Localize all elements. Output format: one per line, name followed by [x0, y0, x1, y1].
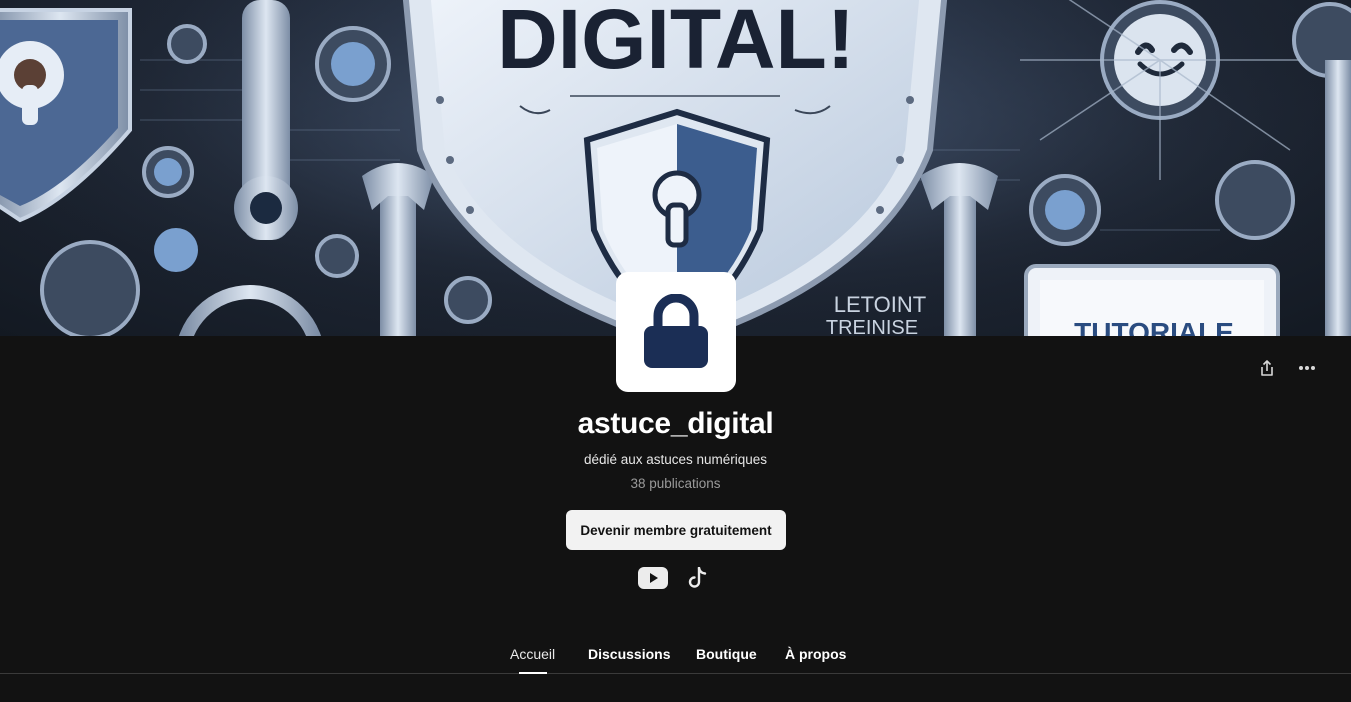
share-icon	[1261, 360, 1273, 376]
share-button[interactable]	[1255, 356, 1279, 380]
banner-title-text: DIGITAL!	[497, 0, 855, 86]
channel-tagline: dédié aux astuces numériques	[583, 452, 768, 467]
active-tab-indicator	[519, 672, 547, 674]
youtube-link[interactable]	[638, 564, 668, 592]
channel-tabs: Accueil Discussions Boutique À propos	[0, 640, 1351, 674]
channel-page: DIGITAL! LETOINT TREINISE TUTORIALE astu…	[0, 0, 1351, 702]
channel-name: astuce_digital	[577, 407, 774, 440]
tab-boutique[interactable]: Boutique	[696, 646, 757, 662]
channel-avatar	[616, 272, 736, 392]
more-icon	[1299, 366, 1315, 370]
tab-a-propos[interactable]: À propos	[785, 646, 846, 662]
tab-discussions[interactable]: Discussions	[588, 646, 670, 662]
youtube-icon	[638, 567, 668, 589]
banner-screen-text: TUTORIALE	[1074, 317, 1234, 336]
banner-small-text-2: TREINISE	[826, 317, 918, 336]
lock-icon	[644, 294, 708, 368]
tiktok-link[interactable]	[686, 564, 710, 592]
tiktok-icon	[688, 567, 707, 588]
more-button[interactable]	[1295, 356, 1319, 380]
banner-small-text-1: LETOINT	[834, 292, 927, 317]
tab-accueil[interactable]: Accueil	[510, 646, 555, 662]
join-free-button[interactable]: Devenir membre gratuitement	[566, 510, 786, 550]
post-count: 38 publications	[630, 476, 721, 491]
